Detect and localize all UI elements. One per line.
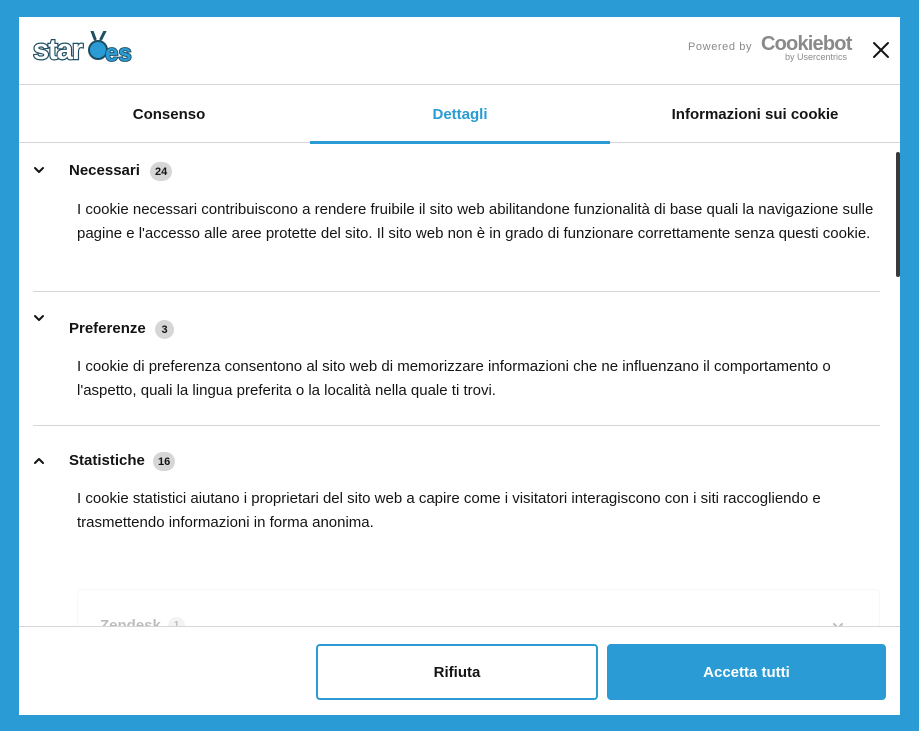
tab-bar: Consenso Dettagli Informazioni sui cooki… [19,85,900,144]
section-title[interactable]: Necessari [69,162,140,179]
tab-consenso[interactable]: Consenso [19,85,319,143]
chevron-up-icon[interactable] [33,455,45,467]
brand-logo: star es [33,31,133,65]
section-necessari: Necessari 24 I cookie necessari contribu… [33,144,880,292]
cookie-count-badge: 24 [150,162,173,181]
cookie-consent-dialog: star es Powered by Cookiebot by Usercent… [19,17,900,715]
reject-button[interactable]: Rifiuta [316,644,598,700]
cookie-count-badge: 16 [153,452,176,471]
chevron-down-icon[interactable] [33,164,45,176]
section-description: I cookie statistici aiutano i proprietar… [77,490,821,531]
accept-all-button[interactable]: Accetta tutti [607,644,886,700]
section-description: I cookie di preferenza consentono al sit… [77,358,831,399]
section-title[interactable]: Statistiche [69,452,145,469]
scrollbar-thumb[interactable] [896,152,900,277]
dialog-footer: Rifiuta Accetta tutti [19,626,900,715]
powered-by-label: Powered by [688,41,753,53]
close-icon [873,42,889,58]
svg-text:star: star [33,34,83,65]
provider-card-zendesk[interactable]: Zendesk 1 [77,589,880,626]
details-panel[interactable]: Necessari 24 I cookie necessari contribu… [19,144,900,626]
close-button[interactable] [869,38,893,62]
section-title[interactable]: Preferenze [69,320,146,337]
svg-text:es: es [105,40,132,65]
cookiebot-by-label: by Usercentrics [785,52,848,62]
provider-name: Zendesk [100,617,161,626]
cookiebot-logo: Cookiebot by Usercentrics [761,33,853,63]
tab-dettagli[interactable]: Dettagli [310,85,610,144]
dialog-header: star es Powered by Cookiebot by Usercent… [19,17,900,85]
provider-count-badge: 1 [168,617,185,626]
cookie-count-badge: 3 [155,320,174,339]
chevron-down-icon[interactable] [33,312,45,324]
section-preferenze: Preferenze 3 I cookie di preferenza cons… [33,292,880,426]
section-description: I cookie necessari contribuiscono a rend… [77,201,874,242]
tab-informazioni[interactable]: Informazioni sui cookie [610,85,900,143]
